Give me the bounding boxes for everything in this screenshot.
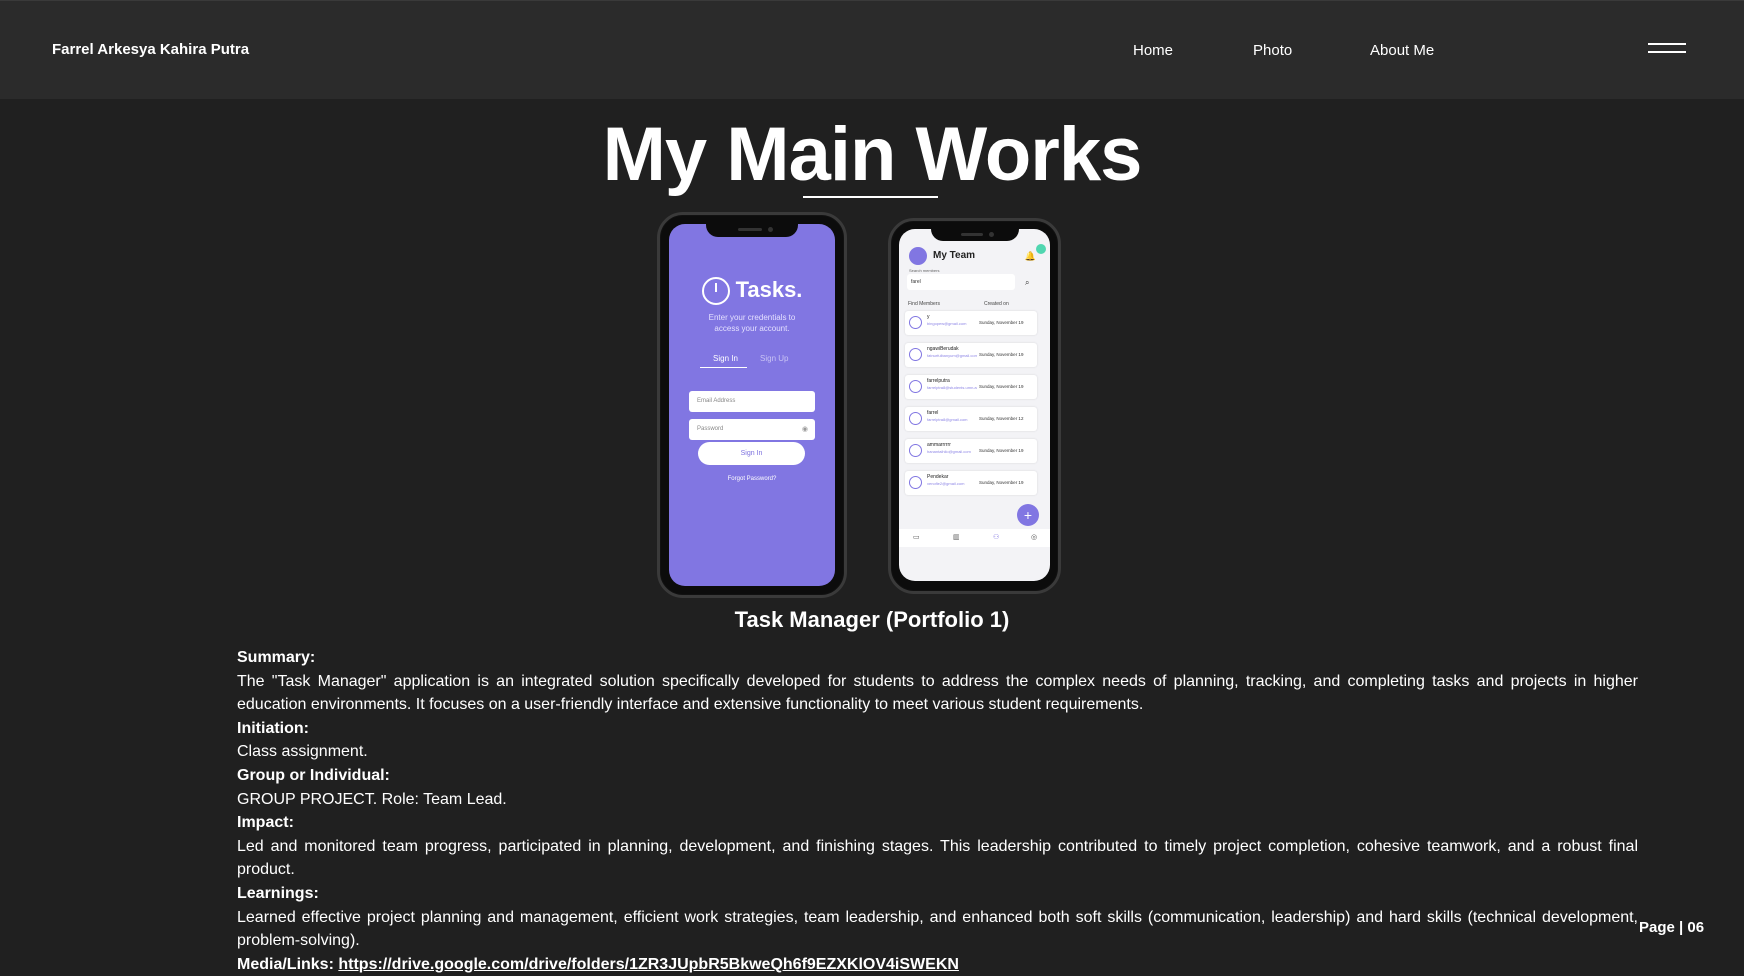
member-name: farrel	[927, 410, 939, 416]
member-avatar-icon	[909, 348, 922, 361]
search-input[interactable]: farel	[907, 274, 1015, 290]
list-item[interactable]: farrel farrelptra8@gmail.com Sunday, Nov…	[905, 407, 1037, 431]
nav-about-link[interactable]: About Me	[1370, 42, 1434, 59]
phone-mockup-team: My Team 🔔 Search members farel ⌕ Find Me…	[888, 218, 1061, 594]
member-name: ngawiBerudak	[927, 346, 959, 352]
group-heading: Group or Individual:	[237, 766, 390, 784]
member-avatar-icon	[909, 476, 922, 489]
group-text: GROUP PROJECT. Role: Team Lead.	[237, 790, 507, 808]
page-title: My Main Works	[602, 112, 1143, 197]
member-name: y	[927, 314, 930, 320]
email-field[interactable]: Email Address	[689, 391, 815, 412]
app-logo: Tasks.	[669, 277, 835, 306]
phone-mockup-login: Tasks. Enter your credentials to access y…	[657, 212, 847, 598]
title-underline	[803, 196, 938, 198]
active-tab-indicator	[700, 367, 747, 368]
team-screen: My Team 🔔 Search members farel ⌕ Find Me…	[899, 229, 1050, 581]
member-date: Sunday, November 12	[979, 416, 1024, 421]
project-description: Summary: The "Task Manager" application …	[237, 646, 1638, 976]
summary-heading: Summary:	[237, 649, 316, 666]
avatar[interactable]	[909, 247, 927, 265]
tab-sign-in[interactable]: Sign In	[713, 354, 738, 363]
member-date: Sunday, November 19	[979, 384, 1024, 389]
summary-text: The "Task Manager" application is an int…	[237, 672, 1638, 714]
password-field[interactable]: Password ◉	[689, 419, 815, 440]
phone-notch	[706, 223, 798, 237]
learnings-text: Learned effective project planning and m…	[237, 908, 1638, 950]
phone-notch	[931, 228, 1019, 241]
learnings-heading: Learnings:	[237, 884, 319, 902]
media-heading: Media/Links:	[237, 955, 334, 973]
list-item[interactable]: ammarrrrrr hanantaihilo@gmail.com Sunday…	[905, 439, 1037, 463]
member-date: Sunday, November 19	[979, 480, 1024, 485]
member-email: farrelptra8@students.umn.ac.id	[927, 385, 977, 390]
member-date: Sunday, November 19	[979, 448, 1024, 453]
add-member-button[interactable]: +	[1017, 504, 1039, 526]
eye-icon[interactable]: ◉	[802, 419, 808, 440]
member-avatar-icon	[909, 444, 922, 457]
team-icon[interactable]: ⚇	[993, 533, 999, 541]
member-date: Sunday, November 19	[979, 320, 1024, 325]
member-name: Pendekar	[927, 474, 949, 480]
member-email: bingopew@gmail.com	[927, 321, 967, 326]
member-avatar-icon	[909, 412, 922, 425]
search-label: Search members	[909, 268, 940, 273]
tab-sign-up[interactable]: Sign Up	[760, 354, 788, 363]
sign-in-button[interactable]: Sign In	[698, 442, 805, 465]
list-item[interactable]: ngawiBerudak fatnurfulbanyum@gmail.com S…	[905, 343, 1037, 367]
col-created-on: Created on	[984, 301, 1009, 307]
member-name: farrelputra	[927, 378, 950, 384]
forgot-password-link[interactable]: Forgot Password?	[669, 476, 835, 482]
col-find-members: Find Members	[908, 301, 940, 307]
profile-icon[interactable]: ◎	[1031, 533, 1037, 541]
member-name: ammarrrrrr	[927, 442, 951, 448]
initiation-heading: Initiation:	[237, 719, 309, 737]
status-badge	[1036, 244, 1046, 254]
list-item[interactable]: farrelputra farrelptra8@students.umn.ac.…	[905, 375, 1037, 399]
search-icon[interactable]: ⌕	[1025, 278, 1029, 288]
member-email: xenofie2@gmail.com	[927, 481, 965, 486]
nav-photo-link[interactable]: Photo	[1253, 42, 1292, 59]
login-screen: Tasks. Enter your credentials to access y…	[669, 224, 835, 586]
team-title: My Team	[933, 250, 976, 261]
member-avatar-icon	[909, 316, 922, 329]
nav-home-link[interactable]: Home	[1133, 42, 1173, 59]
member-email: fatnurfulbanyum@gmail.com	[927, 353, 977, 358]
hamburger-icon[interactable]	[1648, 43, 1686, 55]
list-item[interactable]: Pendekar xenofie2@gmail.com Sunday, Nove…	[905, 471, 1037, 495]
impact-heading: Impact:	[237, 814, 294, 832]
bottom-nav: ▭ ▥ ⚇ ◎	[899, 529, 1050, 547]
folder-icon[interactable]: ▭	[913, 533, 920, 541]
page-number: Page | 06	[1639, 919, 1705, 936]
member-date: Sunday, November 19	[979, 352, 1024, 357]
top-navbar: Farrel Arkesya Kahira Putra Home Photo A…	[0, 0, 1744, 99]
site-brand[interactable]: Farrel Arkesya Kahira Putra	[52, 41, 249, 58]
bell-icon[interactable]: 🔔	[1025, 251, 1036, 262]
clock-icon	[701, 277, 730, 306]
media-link[interactable]: https://drive.google.com/drive/folders/1…	[338, 956, 959, 973]
list-item[interactable]: y bingopew@gmail.com Sunday, November 19	[905, 311, 1037, 335]
project-caption: Task Manager (Portfolio 1)	[734, 607, 1010, 632]
login-subtitle: Enter your credentials to access your acc…	[708, 313, 796, 333]
initiation-text: Class assignment.	[237, 743, 368, 761]
board-icon[interactable]: ▥	[953, 533, 960, 541]
member-email: hanantaihilo@gmail.com	[927, 449, 971, 454]
media-line: Media/Links: https://drive.google.com/dr…	[237, 953, 1638, 976]
impact-text: Led and monitored team progress, partici…	[237, 837, 1638, 879]
member-avatar-icon	[909, 380, 922, 393]
member-email: farrelptra8@gmail.com	[927, 417, 968, 422]
